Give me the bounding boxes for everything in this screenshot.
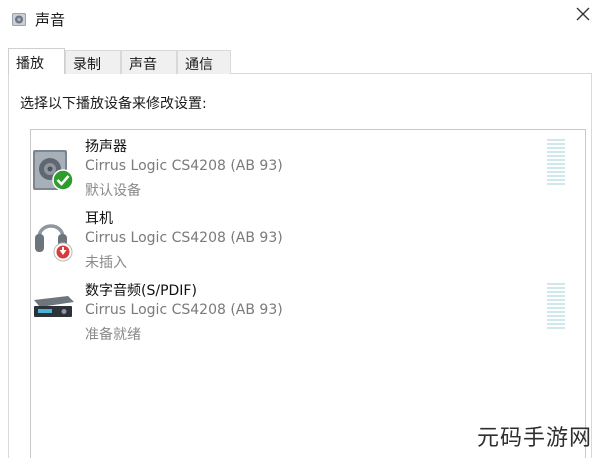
device-headphones[interactable]: 耳机 Cirrus Logic CS4208 (AB 93) 未插入 xyxy=(31,202,581,271)
tab-sounds[interactable]: 声音 xyxy=(121,50,177,74)
device-name: 耳机 xyxy=(85,211,113,227)
device-speakers[interactable]: 扬声器 Cirrus Logic CS4208 (AB 93) 默认设备 xyxy=(31,130,581,199)
headphones-icon xyxy=(31,208,79,264)
speaker-device-icon xyxy=(31,136,79,192)
device-digital-audio[interactable]: 数字音频(S/PDIF) Cirrus Logic CS4208 (AB 93)… xyxy=(31,274,581,343)
level-meter xyxy=(547,283,565,331)
device-name: 数字音频(S/PDIF) xyxy=(85,283,197,299)
device-status: 准备就绪 xyxy=(85,327,141,343)
device-driver: Cirrus Logic CS4208 (AB 93) xyxy=(85,302,283,318)
tab-recording[interactable]: 录制 xyxy=(65,50,121,74)
device-status: 默认设备 xyxy=(85,183,141,199)
green-check-icon xyxy=(52,169,74,191)
device-driver: Cirrus Logic CS4208 (AB 93) xyxy=(85,230,283,246)
close-icon xyxy=(576,7,590,21)
device-driver: Cirrus Logic CS4208 (AB 93) xyxy=(85,158,283,174)
digital-audio-icon xyxy=(31,280,79,336)
device-list[interactable]: 扬声器 Cirrus Logic CS4208 (AB 93) 默认设备 耳机 … xyxy=(30,129,586,458)
close-button[interactable] xyxy=(566,0,600,30)
level-meter xyxy=(547,139,565,187)
tab-communications[interactable]: 通信 xyxy=(177,50,231,74)
instruction-text: 选择以下播放设备来修改设置: xyxy=(20,96,207,112)
tab-playback[interactable]: 播放 xyxy=(8,48,65,74)
window-title: 声音 xyxy=(35,11,66,29)
red-down-arrow-icon xyxy=(53,242,73,262)
title-bar: 声音 xyxy=(0,0,600,38)
device-status: 未插入 xyxy=(85,255,127,271)
watermark-text: 元码手游网 xyxy=(476,426,592,451)
speaker-icon xyxy=(10,10,28,28)
device-name: 扬声器 xyxy=(85,139,127,155)
